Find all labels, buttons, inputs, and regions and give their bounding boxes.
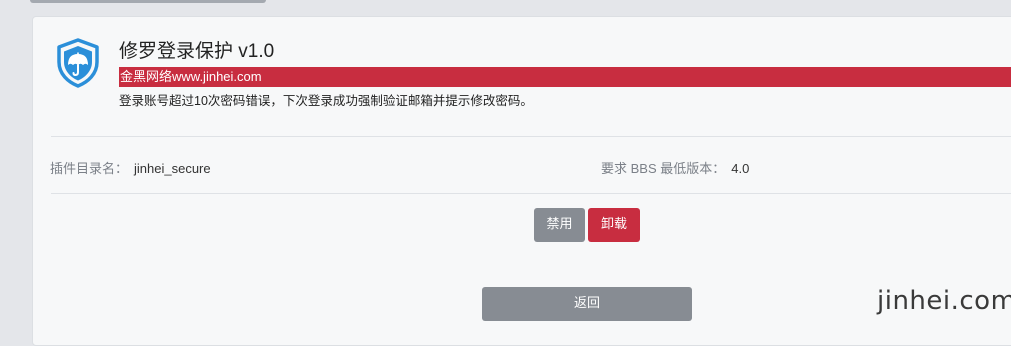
plugin-description: 登录账号超过10次密码错误，下次登录成功强制验证邮箱并提示修改密码。 [119,94,533,108]
plugin-dir-info: 插件目录名： jinhei_secure [50,158,211,177]
dir-value: jinhei_secure [134,161,211,176]
disable-button[interactable]: 禁用 [534,208,585,242]
highlighted-site-text: 金黑网络www.jinhei.com [119,67,1011,87]
divider [51,193,1011,194]
shield-umbrella-icon [57,38,99,88]
back-button[interactable]: 返回 [482,287,692,321]
plugin-card: 修罗登录保护 v1.0 金黑网络www.jinhei.com 登录账号超过10次… [32,16,1011,346]
plugin-title: 修罗登录保护 v1.0 [119,41,275,62]
min-version-info: 要求 BBS 最低版本： 4.0 [601,158,749,177]
divider [51,136,1011,137]
top-tab-indicator [30,0,266,3]
watermark: jinhei.com [877,286,1011,316]
dir-label: 插件目录名： [50,161,129,176]
min-version-label: 要求 BBS 最低版本： [601,161,726,176]
min-version-value: 4.0 [731,161,750,176]
uninstall-button[interactable]: 卸载 [588,208,640,242]
